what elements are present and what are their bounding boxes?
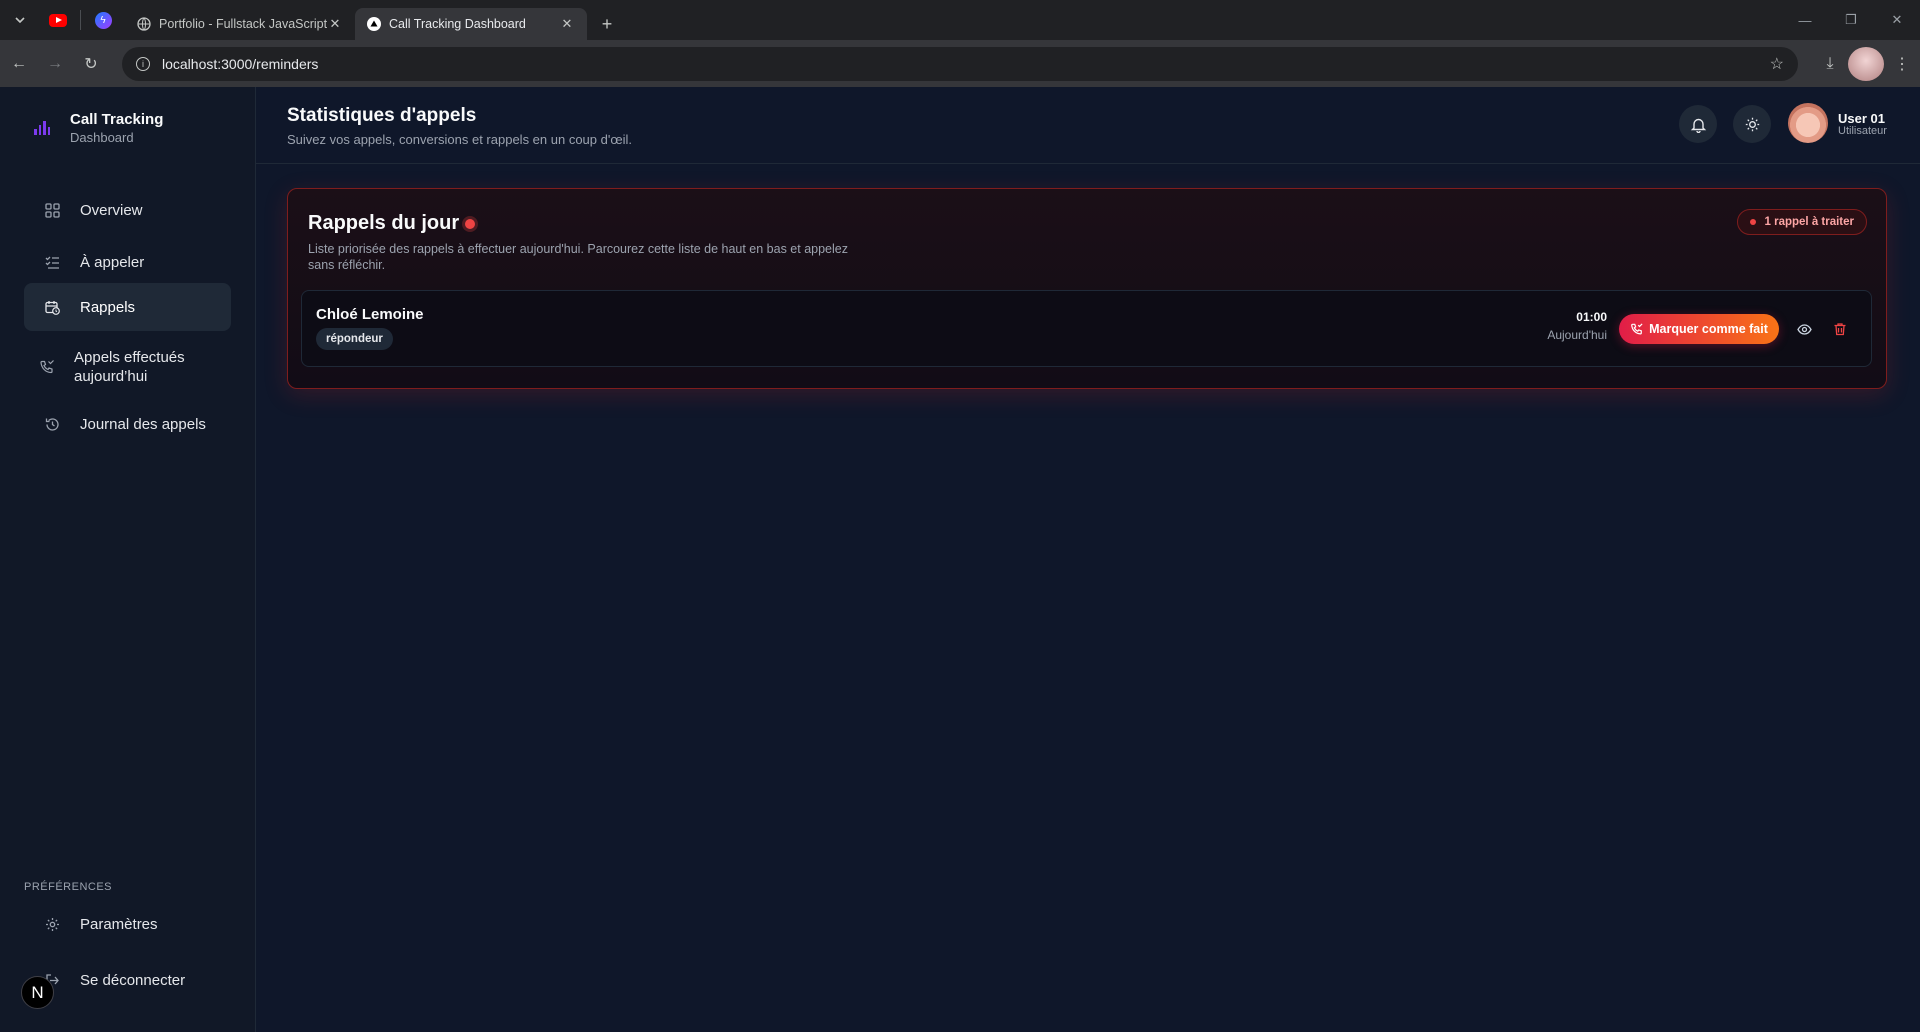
messenger-icon: ϟ [94,11,112,29]
app: Call Tracking Dashboard Overview À appel… [0,87,1920,1032]
tab-portfolio[interactable]: Portfolio - Fullstack JavaScript D ✕ [125,8,355,40]
chevron-down-icon [15,17,25,23]
phone-check-icon [1631,322,1643,334]
reminder-day: Aujourd'hui [1547,328,1607,342]
download-icon[interactable]: ⤓ [1812,47,1848,81]
status-dot-icon [1749,219,1756,225]
close-tab-icon[interactable]: ✕ [327,16,343,32]
sidebar-item-settings[interactable]: Paramètres [24,904,231,944]
sun-icon [1745,117,1759,131]
delete-button[interactable] [1827,316,1853,342]
view-button[interactable] [1791,316,1817,342]
minimize-icon[interactable]: — [1782,0,1828,40]
sidebar-item-logout[interactable]: Se déconnecter [24,960,231,1000]
user-avatar[interactable] [1788,103,1828,143]
window-controls: — ❐ ✕ [1782,0,1920,40]
status-tag: répondeur [316,328,393,350]
phone-icon [38,359,54,375]
pending-count-text: 1 rappel à traiter [1764,216,1854,228]
history-icon [44,416,60,432]
sidebar-item-label: Se déconnecter [80,971,186,989]
bookmark-star-icon[interactable]: ☆ [1770,54,1784,74]
user-name: User 01 [1838,111,1885,126]
brand-title: Call Tracking [70,111,164,128]
sidebar-item-to-call[interactable]: À appeler [24,238,231,286]
tab-title: Portfolio - Fullstack JavaScript D [159,17,327,31]
profile-avatar-image [1848,47,1884,81]
reload-button[interactable]: ↻ [74,47,108,81]
main-content: Statistiques d'appels Suivez vos appels,… [256,87,1920,1032]
mark-done-button[interactable]: Marquer comme fait [1619,314,1779,344]
pending-count-badge: 1 rappel à traiter [1736,209,1867,235]
reminders-description: Liste priorisée des rappels à effectuer … [308,242,848,272]
tab-title: Call Tracking Dashboard [389,17,526,31]
tab-call-tracking[interactable]: Call Tracking Dashboard ✕ [355,8,587,40]
new-tab-button[interactable]: + [593,10,621,38]
reminders-title: Rappels du jour [308,212,476,235]
sidebar-item-label: Overview [80,201,143,219]
sidebar-item-label: Rappels [80,298,136,316]
site-info-icon[interactable]: i [136,57,150,71]
reminder-row: Chloé Lemoine répondeur 01:00 Aujourd'hu… [301,290,1872,367]
trash-icon [1834,323,1846,336]
sidebar: Call Tracking Dashboard Overview À appel… [0,87,256,1032]
youtube-icon [49,13,67,27]
mark-done-label: Marquer comme fait [1649,322,1768,336]
reminder-time: 01:00 [1576,310,1607,324]
close-window-icon[interactable]: ✕ [1874,0,1920,40]
url-text: localhost:3000/reminders [162,56,319,72]
tab-search-button[interactable] [4,4,36,36]
pinned-tab-messenger[interactable]: ϟ [81,0,125,40]
alert-dot-icon [465,218,476,229]
calendar-clock-icon [44,299,60,315]
contact-name: Chloé Lemoine [316,306,424,323]
sidebar-item-label: Journal des appels [80,415,206,433]
theme-toggle-button[interactable] [1733,105,1771,143]
back-button[interactable]: ← [2,47,36,81]
address-bar[interactable]: i localhost:3000/reminders ☆ [122,47,1798,81]
profile-avatar[interactable] [1848,47,1884,81]
triangle-logo-icon [367,17,381,31]
brand-subtitle: Dashboard [70,130,134,145]
sidebar-item-label: À appeler [80,253,145,271]
grid-icon [44,202,60,218]
sidebar-item-call-log[interactable]: Journal des appels [24,400,231,448]
sidebar-item-calls-today[interactable]: Appels effectués aujourd’hui [24,337,231,397]
page-subtitle: Suivez vos appels, conversions et rappel… [287,132,633,147]
pinned-tab-youtube[interactable] [36,0,80,40]
reminders-title-text: Rappels du jour [308,212,460,234]
nextjs-dev-badge[interactable]: N [21,976,54,1009]
forward-button[interactable]: → [38,47,72,81]
restore-icon[interactable]: ❐ [1828,0,1874,40]
page-header: Statistiques d'appels Suivez vos appels,… [256,87,1920,164]
preferences-label: PRÉFÉRENCES [24,881,113,893]
sidebar-item-overview[interactable]: Overview [24,186,231,234]
sidebar-item-reminders[interactable]: Rappels [24,283,231,331]
close-tab-icon[interactable]: ✕ [559,16,575,32]
list-check-icon [44,254,60,270]
toolbar-actions: ⤓ ⋮ [1812,47,1920,81]
reminders-card: Rappels du jour Liste priorisée des rapp… [287,188,1887,389]
gear-icon [44,916,60,932]
more-menu-icon[interactable]: ⋮ [1884,47,1920,81]
sidebar-item-label: Paramètres [80,915,158,933]
brand[interactable]: Call Tracking Dashboard [34,111,163,145]
notifications-button[interactable] [1679,105,1717,143]
browser-chrome: ϟ Portfolio - Fullstack JavaScript D ✕ C… [0,0,1920,87]
browser-toolbar: ← → ↻ i localhost:3000/reminders ☆ ⤓ ⋮ [0,40,1920,87]
user-role: Utilisateur [1838,125,1887,137]
eye-icon [1796,323,1812,335]
sidebar-item-label: Appels effectués aujourd’hui [74,349,185,385]
tab-strip: ϟ Portfolio - Fullstack JavaScript D ✕ C… [0,0,1920,40]
globe-icon [137,17,151,31]
bar-chart-icon [34,121,50,135]
bell-icon [1690,118,1706,133]
page-title: Statistiques d'appels [287,105,477,126]
